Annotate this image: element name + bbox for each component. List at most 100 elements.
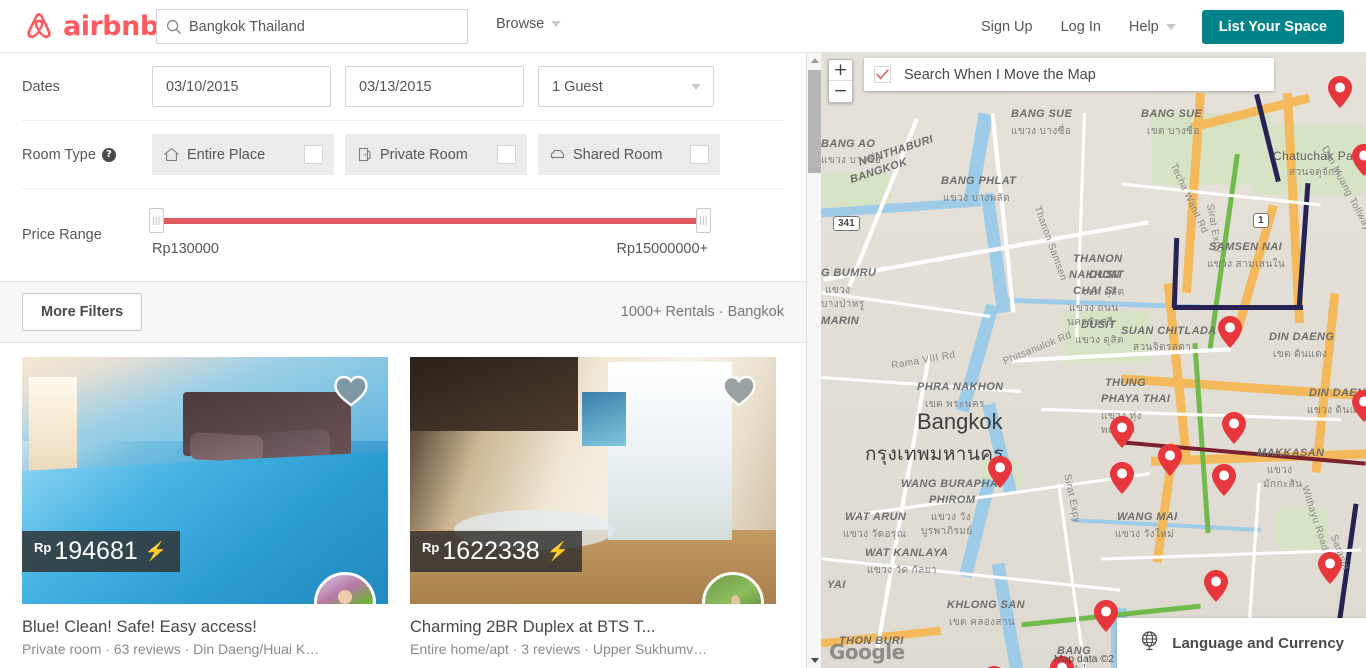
- currency-symbol: Rp: [422, 540, 440, 555]
- room-type-entire-place[interactable]: Entire Place: [152, 134, 334, 175]
- house-icon: [163, 146, 180, 163]
- search-on-move-toggle[interactable]: Search When I Move the Map: [864, 58, 1274, 91]
- map-label: WAT KANLAYA: [865, 547, 949, 559]
- map-label: เขต บางซื่อ: [1147, 126, 1200, 137]
- search-on-move-checkbox[interactable]: [874, 66, 891, 83]
- help-menu[interactable]: Help: [1115, 19, 1190, 35]
- map-pin[interactable]: [1217, 315, 1243, 349]
- map-label: แขวง วัด กัลยา: [867, 565, 937, 576]
- map-label: DIN DAENG: [1269, 331, 1335, 343]
- room-type-checkbox-shared-room[interactable]: [690, 145, 709, 164]
- map-label: SUAN CHITLADA: [1121, 325, 1217, 337]
- language-currency-button[interactable]: Language and Currency: [1117, 618, 1366, 668]
- listing-card[interactable]: Rp 1622338 ⚡ Charming 2BR Duplex at BTS …: [410, 357, 776, 657]
- map-label: แขวง: [1267, 465, 1293, 476]
- price-range-slider[interactable]: ||| ||| Rp130000 Rp15000000+: [149, 207, 711, 257]
- price-slider-track[interactable]: ||| |||: [149, 207, 711, 233]
- map-pin[interactable]: [1109, 461, 1135, 495]
- map-pin[interactable]: [1203, 569, 1229, 603]
- listing-title[interactable]: Blue! Clean! Safe! Easy access!: [22, 618, 318, 637]
- highway-shield: 341: [833, 216, 860, 231]
- results-count: 1000+ Rentals · Bangkok: [620, 304, 784, 320]
- price-slider-max-handle[interactable]: |||: [696, 207, 711, 233]
- room-type-label-entire-place: Entire Place: [187, 146, 266, 163]
- more-filters-button[interactable]: More Filters: [22, 293, 143, 331]
- map-label: G BUMRU: [821, 267, 877, 279]
- destination-search-box[interactable]: [156, 9, 468, 44]
- map-label: MAKKASAN: [1257, 447, 1325, 459]
- room-type-label-text: Room Type: [22, 146, 96, 163]
- google-logo: Google: [829, 640, 905, 664]
- browse-label: Browse: [496, 16, 545, 32]
- sign-up-link[interactable]: Sign Up: [967, 19, 1047, 35]
- airbnb-search-page: airbnb Browse Sign Up Log In Help: [0, 0, 1366, 668]
- chevron-down-icon: [551, 21, 562, 27]
- map-pin[interactable]: [1317, 551, 1343, 585]
- room-type-options: Entire Place Private Room Shared Room: [152, 134, 720, 175]
- scrollbar-thumb[interactable]: [808, 70, 821, 173]
- map-pin[interactable]: [1221, 411, 1247, 445]
- listing-card[interactable]: Rp 194681 ⚡ Blue! Clean! Safe! Easy acce…: [22, 357, 388, 657]
- map-label: แขวง บางพลัด: [943, 193, 1011, 204]
- price-amount: 194681: [54, 537, 138, 565]
- map-canvas[interactable]: 341 1 NONTHABURI BANGKOK BANG AO แขวง บา…: [821, 53, 1366, 668]
- photo-decor: [607, 361, 733, 540]
- checkout-input[interactable]: [345, 66, 524, 107]
- room-type-label-shared-room: Shared Room: [573, 146, 663, 163]
- map-pin[interactable]: [1211, 463, 1237, 497]
- map-label: BANG PHLAT: [941, 175, 1017, 187]
- map-pin[interactable]: [1157, 443, 1183, 477]
- map-label: KHLONG SAN: [947, 599, 1025, 611]
- help-icon[interactable]: ?: [101, 147, 116, 162]
- log-in-link[interactable]: Log In: [1047, 19, 1115, 35]
- scroll-up-arrow-icon[interactable]: [807, 53, 822, 68]
- highway-shield: 1: [1253, 213, 1269, 228]
- guests-select[interactable]: 1 Guest: [538, 66, 714, 107]
- map-zoom-controls[interactable]: + −: [828, 59, 853, 103]
- price-range-label: Price Range: [22, 227, 102, 243]
- zoom-in-button[interactable]: +: [829, 60, 852, 81]
- results-map[interactable]: 341 1 NONTHABURI BANGKOK BANG AO แขวง บา…: [821, 53, 1366, 668]
- airbnb-belo-icon: [22, 9, 56, 43]
- search-results-panel: Dates 1 Guest Room Type ?: [0, 53, 806, 668]
- map-label: แขวง บางซื่อ: [1011, 126, 1072, 137]
- map-label: สวนจิตรลดา: [1133, 342, 1192, 353]
- map-pin[interactable]: [1093, 599, 1119, 633]
- search-input[interactable]: [189, 16, 467, 37]
- listing-subtitle: Private room · 63 reviews · Din Daeng/Hu…: [22, 641, 322, 657]
- map-pin[interactable]: [1351, 389, 1366, 423]
- room-type-private-room[interactable]: Private Room: [345, 134, 527, 175]
- room-type-checkbox-private-room[interactable]: [497, 145, 516, 164]
- airbnb-logo[interactable]: airbnb: [22, 9, 159, 43]
- grip-icon: |||: [152, 214, 161, 225]
- price-slider-min-handle[interactable]: |||: [149, 207, 164, 233]
- map-label: BANG AO: [821, 138, 876, 150]
- checkin-input[interactable]: [152, 66, 331, 107]
- guests-value: 1 Guest: [552, 78, 603, 95]
- results-panel-scrollbar[interactable]: [806, 53, 821, 668]
- map-label: แขวง สามเสนใน: [1207, 259, 1286, 270]
- map-label: PHRA NAKHON: [917, 381, 1004, 393]
- map-pin[interactable]: [1351, 143, 1366, 177]
- room-type-label: Room Type ?: [22, 147, 152, 163]
- browse-menu[interactable]: Browse: [496, 16, 562, 32]
- photo-decor: [582, 391, 626, 446]
- map-pin[interactable]: [1109, 415, 1135, 449]
- listing-title[interactable]: Charming 2BR Duplex at BTS T...: [410, 618, 706, 637]
- listing-photo[interactable]: Rp 1622338 ⚡: [410, 357, 776, 604]
- room-type-checkbox-entire-place[interactable]: [304, 145, 323, 164]
- filters-section: Dates 1 Guest Room Type ?: [0, 53, 806, 281]
- favorite-heart-icon[interactable]: [718, 370, 760, 412]
- search-on-move-label: Search When I Move the Map: [904, 66, 1096, 83]
- map-pin[interactable]: [1327, 75, 1353, 109]
- price-range-labels: Rp130000 Rp15000000+: [152, 241, 708, 257]
- brand-wordmark: airbnb: [63, 10, 159, 42]
- zoom-out-button[interactable]: −: [829, 81, 852, 102]
- map-pin[interactable]: [987, 455, 1013, 489]
- favorite-heart-icon[interactable]: [330, 370, 372, 412]
- map-label: มักกะสัน: [1263, 479, 1303, 490]
- listing-photo[interactable]: Rp 194681 ⚡: [22, 357, 388, 604]
- room-type-shared-room[interactable]: Shared Room: [538, 134, 720, 175]
- scroll-down-arrow-icon[interactable]: [807, 653, 822, 668]
- list-your-space-button[interactable]: List Your Space: [1201, 9, 1344, 44]
